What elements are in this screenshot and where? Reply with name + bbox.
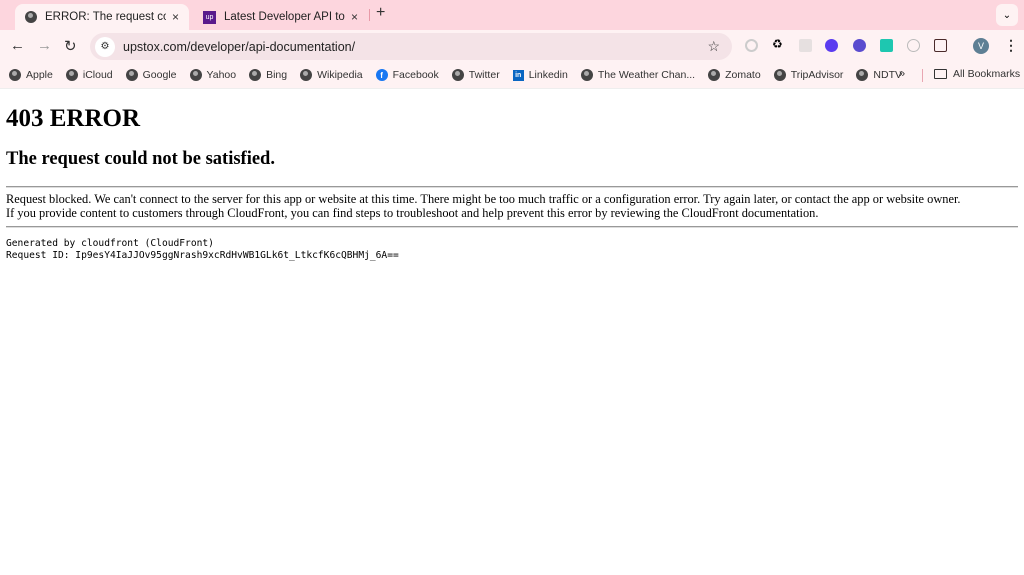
puzzle-icon[interactable] [934,39,947,52]
upstox-favicon-icon: up [203,10,216,24]
error-subheading: The request could not be satisfied. [6,149,275,169]
site-info-icon[interactable]: ⚙ [95,36,115,57]
globe-icon [25,11,37,23]
back-button[interactable]: ← [10,37,25,54]
globe-icon [65,69,78,81]
globe-icon [125,69,138,81]
tab-title: ERROR: The request could not be satisfie… [45,11,166,23]
bookmark-icloud[interactable]: iCloud [65,69,113,81]
linkedin-icon: in [512,69,524,81]
tab-search-button[interactable]: ⌄ [996,4,1018,26]
cloudfront-help-text: If you provide content to customers thro… [6,205,819,220]
bookmark-label: Linkedin [528,69,568,81]
globe-icon [856,69,869,81]
toolbar: ← → ↻ ⚙ upstox.com/developer/api-documen… [0,30,1024,62]
bookmark-facebook[interactable]: f Facebook [375,69,439,81]
close-tab-icon[interactable]: × [172,10,179,24]
bookmark-linkedin[interactable]: in Linkedin [512,69,568,81]
bookmark-ndtv[interactable]: NDTV [856,69,902,81]
bracket-icon[interactable] [880,39,893,52]
grid-icon[interactable] [799,39,812,52]
bookmark-label: Zomato [725,69,761,81]
bookmark-apple[interactable]: Apple [9,69,53,81]
request-id: Request ID: Ip9esY4IaJJOv95ggNrash9xcRdH… [6,250,399,261]
tab-separator [369,9,370,21]
page-content: 403 ERROR The request could not be satis… [6,90,1018,262]
bookmark-label: Yahoo [206,69,237,81]
bookmark-label: Apple [26,69,53,81]
bookmark-star-icon[interactable]: ☆ [707,38,720,55]
bookmark-label: iCloud [82,69,113,81]
bookmark-tripadvisor[interactable]: TripAdvisor [773,69,844,81]
globe-icon [9,69,21,81]
close-tab-icon[interactable]: × [351,10,358,24]
wave-icon[interactable] [853,39,866,52]
globe-icon [300,69,313,81]
globe-icon [249,69,262,81]
globe-icon [451,69,464,81]
bookmark-bing[interactable]: Bing [249,69,287,81]
divider [6,186,1018,188]
address-bar[interactable]: ⚙ upstox.com/developer/api-documentation… [90,33,732,60]
tab-title: Latest Developer API topics - Upstox Com… [224,11,345,23]
globe-icon [189,69,202,81]
bookmark-weather-channel[interactable]: The Weather Chan... [580,69,696,81]
bookmark-label: The Weather Chan... [597,69,696,81]
menu-icon[interactable]: ⋮ [1004,37,1018,54]
globe-icon [708,69,721,81]
bookmarks-bar: Apple iCloud Google Yahoo Bing Wikipedia… [0,62,1024,89]
tab-error[interactable]: ERROR: The request could not be satisfie… [15,4,189,30]
error-message: Request blocked. We can't connect to the… [6,192,961,206]
globe-icon [773,69,786,81]
loader-icon[interactable] [745,39,758,52]
generated-by: Generated by cloudfront (CloudFront) [6,238,214,249]
bookmark-zomato[interactable]: Zomato [708,69,761,81]
forward-button[interactable]: → [37,37,52,54]
bookmark-label: Bing [266,69,288,81]
bookmark-google[interactable]: Google [125,69,177,81]
bookmark-yahoo[interactable]: Yahoo [189,69,237,81]
bookmark-label: Google [142,69,177,81]
bookmark-wikipedia[interactable]: Wikipedia [300,69,363,81]
bookmark-label: Wikipedia [317,69,363,81]
new-tab-button[interactable]: + [376,4,385,22]
more-bookmarks-button[interactable]: » [899,68,905,80]
facebook-icon: f [375,69,388,81]
bookmarks-separator [922,69,923,82]
bookmark-label: Facebook [392,69,439,81]
profile-avatar[interactable]: V [973,38,989,54]
sun-icon[interactable] [825,39,838,52]
compass-icon[interactable] [907,39,920,52]
divider [6,226,1018,228]
globe-icon [580,69,593,81]
recycle-icon[interactable]: ♻ [772,37,785,51]
bookmark-label: NDTV [873,69,903,81]
bookmark-label: TripAdvisor [790,69,844,81]
error-heading: 403 ERROR [6,105,141,132]
folder-icon [934,69,947,79]
bookmark-label: Twitter [468,69,500,81]
tab-upstox-community[interactable]: up Latest Developer API topics - Upstox … [193,4,368,30]
all-bookmarks-label: All Bookmarks [953,68,1021,80]
tab-bar: ERROR: The request could not be satisfie… [0,0,1024,30]
url-text[interactable]: upstox.com/developer/api-documentation/ [123,40,707,54]
bookmark-twitter[interactable]: Twitter [451,69,500,81]
all-bookmarks-button[interactable]: All Bookmarks [934,68,1020,80]
reload-button[interactable]: ↻ [64,37,77,55]
